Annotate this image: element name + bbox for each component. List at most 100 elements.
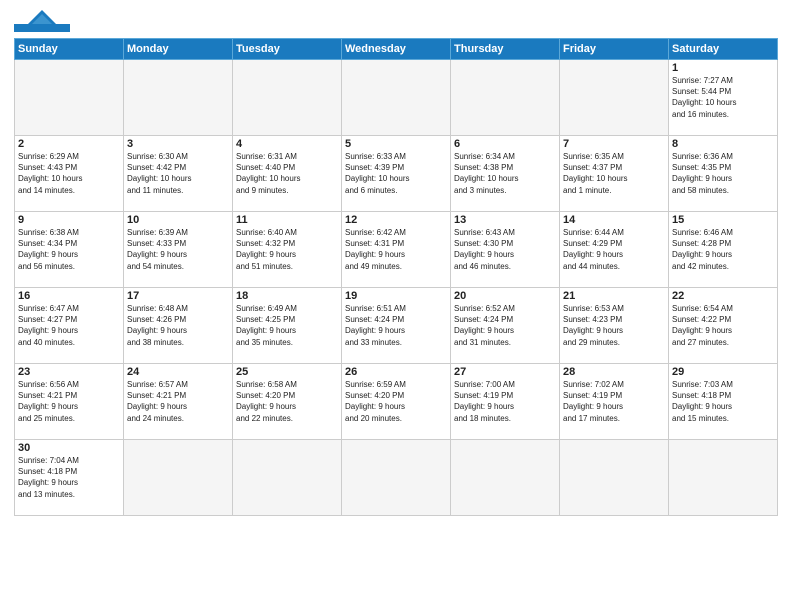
day-info: Sunrise: 6:52 AM Sunset: 4:24 PM Dayligh… xyxy=(454,303,556,348)
day-info: Sunrise: 6:33 AM Sunset: 4:39 PM Dayligh… xyxy=(345,151,447,196)
day-number: 29 xyxy=(672,366,774,378)
calendar-cell: 23Sunrise: 6:56 AM Sunset: 4:21 PM Dayli… xyxy=(15,364,124,440)
calendar-cell: 12Sunrise: 6:42 AM Sunset: 4:31 PM Dayli… xyxy=(342,212,451,288)
calendar-cell: 26Sunrise: 6:59 AM Sunset: 4:20 PM Dayli… xyxy=(342,364,451,440)
day-info: Sunrise: 6:36 AM Sunset: 4:35 PM Dayligh… xyxy=(672,151,774,196)
day-number: 26 xyxy=(345,366,447,378)
calendar-week-2: 9Sunrise: 6:38 AM Sunset: 4:34 PM Daylig… xyxy=(15,212,778,288)
calendar-cell xyxy=(124,60,233,136)
day-number: 28 xyxy=(563,366,665,378)
day-info: Sunrise: 6:57 AM Sunset: 4:21 PM Dayligh… xyxy=(127,379,229,424)
day-number: 9 xyxy=(18,214,120,226)
day-number: 22 xyxy=(672,290,774,302)
day-number: 27 xyxy=(454,366,556,378)
calendar-cell: 15Sunrise: 6:46 AM Sunset: 4:28 PM Dayli… xyxy=(669,212,778,288)
calendar-cell: 7Sunrise: 6:35 AM Sunset: 4:37 PM Daylig… xyxy=(560,136,669,212)
day-info: Sunrise: 6:34 AM Sunset: 4:38 PM Dayligh… xyxy=(454,151,556,196)
calendar-cell xyxy=(233,440,342,516)
day-info: Sunrise: 6:42 AM Sunset: 4:31 PM Dayligh… xyxy=(345,227,447,272)
calendar-cell xyxy=(669,440,778,516)
calendar-cell: 9Sunrise: 6:38 AM Sunset: 4:34 PM Daylig… xyxy=(15,212,124,288)
logo xyxy=(14,10,70,32)
calendar-header-row: SundayMondayTuesdayWednesdayThursdayFrid… xyxy=(15,39,778,60)
calendar-cell: 18Sunrise: 6:49 AM Sunset: 4:25 PM Dayli… xyxy=(233,288,342,364)
calendar-header-wednesday: Wednesday xyxy=(342,39,451,60)
day-number: 12 xyxy=(345,214,447,226)
calendar-cell: 3Sunrise: 6:30 AM Sunset: 4:42 PM Daylig… xyxy=(124,136,233,212)
calendar-cell xyxy=(342,60,451,136)
day-info: Sunrise: 6:46 AM Sunset: 4:28 PM Dayligh… xyxy=(672,227,774,272)
day-info: Sunrise: 7:00 AM Sunset: 4:19 PM Dayligh… xyxy=(454,379,556,424)
calendar-cell: 10Sunrise: 6:39 AM Sunset: 4:33 PM Dayli… xyxy=(124,212,233,288)
calendar-week-1: 2Sunrise: 6:29 AM Sunset: 4:43 PM Daylig… xyxy=(15,136,778,212)
calendar-cell: 11Sunrise: 6:40 AM Sunset: 4:32 PM Dayli… xyxy=(233,212,342,288)
calendar-cell xyxy=(342,440,451,516)
calendar-header-friday: Friday xyxy=(560,39,669,60)
day-info: Sunrise: 6:40 AM Sunset: 4:32 PM Dayligh… xyxy=(236,227,338,272)
day-info: Sunrise: 6:59 AM Sunset: 4:20 PM Dayligh… xyxy=(345,379,447,424)
calendar-cell: 5Sunrise: 6:33 AM Sunset: 4:39 PM Daylig… xyxy=(342,136,451,212)
day-info: Sunrise: 6:29 AM Sunset: 4:43 PM Dayligh… xyxy=(18,151,120,196)
calendar-cell xyxy=(560,60,669,136)
calendar-cell: 24Sunrise: 6:57 AM Sunset: 4:21 PM Dayli… xyxy=(124,364,233,440)
day-number: 30 xyxy=(18,442,120,454)
day-info: Sunrise: 6:38 AM Sunset: 4:34 PM Dayligh… xyxy=(18,227,120,272)
calendar-cell: 16Sunrise: 6:47 AM Sunset: 4:27 PM Dayli… xyxy=(15,288,124,364)
day-info: Sunrise: 6:53 AM Sunset: 4:23 PM Dayligh… xyxy=(563,303,665,348)
day-info: Sunrise: 6:43 AM Sunset: 4:30 PM Dayligh… xyxy=(454,227,556,272)
calendar-cell: 22Sunrise: 6:54 AM Sunset: 4:22 PM Dayli… xyxy=(669,288,778,364)
day-number: 2 xyxy=(18,138,120,150)
day-info: Sunrise: 6:56 AM Sunset: 4:21 PM Dayligh… xyxy=(18,379,120,424)
day-number: 17 xyxy=(127,290,229,302)
calendar-week-3: 16Sunrise: 6:47 AM Sunset: 4:27 PM Dayli… xyxy=(15,288,778,364)
day-info: Sunrise: 7:27 AM Sunset: 5:44 PM Dayligh… xyxy=(672,75,774,120)
day-number: 11 xyxy=(236,214,338,226)
day-number: 13 xyxy=(454,214,556,226)
calendar-cell: 29Sunrise: 7:03 AM Sunset: 4:18 PM Dayli… xyxy=(669,364,778,440)
day-number: 5 xyxy=(345,138,447,150)
calendar-header-saturday: Saturday xyxy=(669,39,778,60)
calendar-header-monday: Monday xyxy=(124,39,233,60)
day-info: Sunrise: 6:48 AM Sunset: 4:26 PM Dayligh… xyxy=(127,303,229,348)
calendar-cell xyxy=(124,440,233,516)
day-info: Sunrise: 6:31 AM Sunset: 4:40 PM Dayligh… xyxy=(236,151,338,196)
day-number: 14 xyxy=(563,214,665,226)
day-info: Sunrise: 6:35 AM Sunset: 4:37 PM Dayligh… xyxy=(563,151,665,196)
day-info: Sunrise: 6:49 AM Sunset: 4:25 PM Dayligh… xyxy=(236,303,338,348)
day-number: 3 xyxy=(127,138,229,150)
calendar-cell: 4Sunrise: 6:31 AM Sunset: 4:40 PM Daylig… xyxy=(233,136,342,212)
calendar-cell: 2Sunrise: 6:29 AM Sunset: 4:43 PM Daylig… xyxy=(15,136,124,212)
day-number: 21 xyxy=(563,290,665,302)
calendar-cell: 13Sunrise: 6:43 AM Sunset: 4:30 PM Dayli… xyxy=(451,212,560,288)
calendar-cell xyxy=(451,440,560,516)
day-number: 1 xyxy=(672,62,774,74)
day-number: 23 xyxy=(18,366,120,378)
logo-icon xyxy=(14,10,70,32)
day-info: Sunrise: 7:04 AM Sunset: 4:18 PM Dayligh… xyxy=(18,455,120,500)
day-number: 25 xyxy=(236,366,338,378)
day-number: 15 xyxy=(672,214,774,226)
day-number: 20 xyxy=(454,290,556,302)
day-info: Sunrise: 6:47 AM Sunset: 4:27 PM Dayligh… xyxy=(18,303,120,348)
calendar-cell: 25Sunrise: 6:58 AM Sunset: 4:20 PM Dayli… xyxy=(233,364,342,440)
day-info: Sunrise: 6:58 AM Sunset: 4:20 PM Dayligh… xyxy=(236,379,338,424)
day-number: 19 xyxy=(345,290,447,302)
day-number: 24 xyxy=(127,366,229,378)
calendar-week-4: 23Sunrise: 6:56 AM Sunset: 4:21 PM Dayli… xyxy=(15,364,778,440)
day-info: Sunrise: 6:39 AM Sunset: 4:33 PM Dayligh… xyxy=(127,227,229,272)
day-number: 8 xyxy=(672,138,774,150)
calendar-cell: 14Sunrise: 6:44 AM Sunset: 4:29 PM Dayli… xyxy=(560,212,669,288)
calendar-cell: 1Sunrise: 7:27 AM Sunset: 5:44 PM Daylig… xyxy=(669,60,778,136)
calendar-cell: 20Sunrise: 6:52 AM Sunset: 4:24 PM Dayli… xyxy=(451,288,560,364)
calendar-cell xyxy=(233,60,342,136)
day-info: Sunrise: 6:30 AM Sunset: 4:42 PM Dayligh… xyxy=(127,151,229,196)
calendar-cell: 21Sunrise: 6:53 AM Sunset: 4:23 PM Dayli… xyxy=(560,288,669,364)
day-info: Sunrise: 6:44 AM Sunset: 4:29 PM Dayligh… xyxy=(563,227,665,272)
calendar-week-0: 1Sunrise: 7:27 AM Sunset: 5:44 PM Daylig… xyxy=(15,60,778,136)
day-info: Sunrise: 6:54 AM Sunset: 4:22 PM Dayligh… xyxy=(672,303,774,348)
header xyxy=(14,10,778,32)
calendar-cell: 6Sunrise: 6:34 AM Sunset: 4:38 PM Daylig… xyxy=(451,136,560,212)
day-info: Sunrise: 7:02 AM Sunset: 4:19 PM Dayligh… xyxy=(563,379,665,424)
calendar-cell: 30Sunrise: 7:04 AM Sunset: 4:18 PM Dayli… xyxy=(15,440,124,516)
day-number: 4 xyxy=(236,138,338,150)
